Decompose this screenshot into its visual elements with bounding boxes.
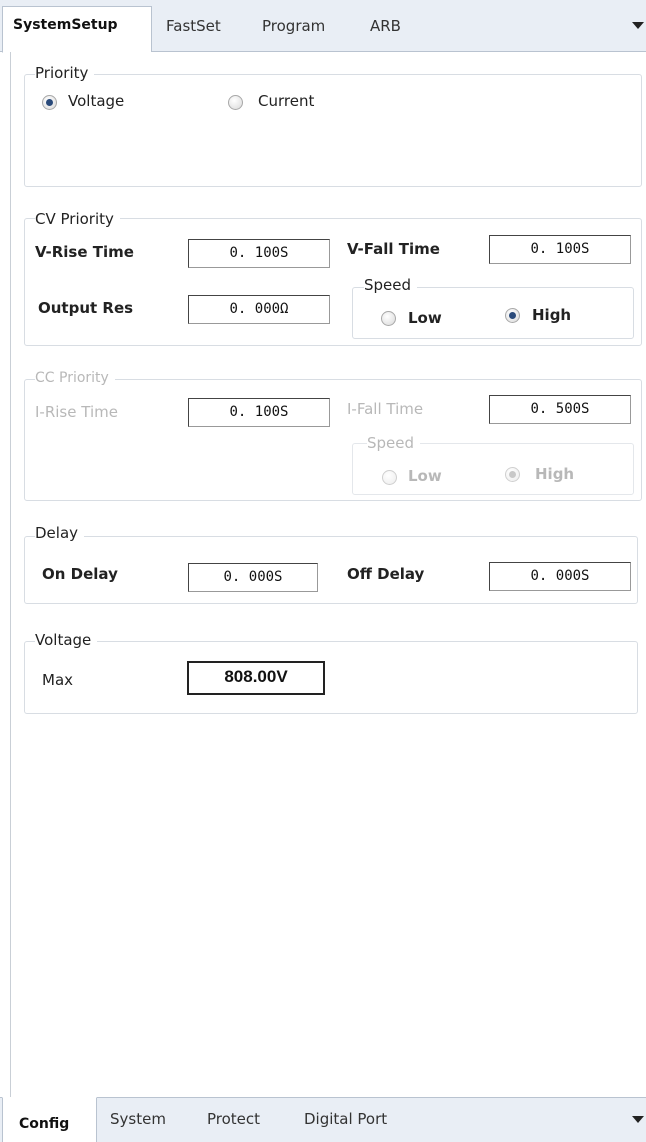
voltage-group (24, 641, 638, 714)
priority-group (24, 74, 642, 187)
priority-current-radio[interactable] (228, 95, 243, 110)
priority-current-label[interactable]: Current (258, 92, 314, 110)
output-res-label: Output Res (38, 299, 134, 317)
v-rise-time-label: V-Rise Time (35, 243, 134, 261)
voltage-max-label: Max (42, 671, 74, 689)
cc-speed-legend: Speed (367, 434, 421, 452)
priority-legend: Priority (35, 64, 95, 82)
cv-priority-legend: CV Priority (35, 210, 120, 228)
i-fall-time-label: I-Fall Time (347, 400, 424, 418)
delay-legend: Delay (35, 524, 85, 542)
cc-priority-legend: CC Priority (35, 370, 115, 386)
top-tab-bar: SystemSetup FastSet Program ARB (0, 0, 646, 53)
voltage-max-field[interactable]: 808.00V (187, 661, 325, 695)
cc-speed-high-radio[interactable] (505, 467, 520, 482)
priority-voltage-label[interactable]: Voltage (68, 92, 124, 110)
off-delay-field[interactable]: 0. 000S (489, 562, 631, 591)
tab-arb[interactable]: ARB (370, 17, 401, 35)
tab-digital-port[interactable]: Digital Port (304, 1110, 387, 1128)
i-rise-time-field[interactable]: 0. 100S (188, 398, 330, 427)
cc-speed-low-radio[interactable] (382, 470, 397, 485)
cv-speed-high-radio[interactable] (505, 308, 520, 323)
tab-protect[interactable]: Protect (207, 1110, 260, 1128)
tab-config[interactable]: Config (2, 1097, 97, 1142)
bottom-tab-bar: Config System Protect Digital Port (0, 1097, 646, 1142)
bottom-tab-overflow-arrow-icon[interactable] (632, 1116, 644, 1123)
cv-speed-legend: Speed (364, 276, 418, 294)
cv-speed-high-label[interactable]: High (532, 306, 571, 324)
tab-system[interactable]: System (110, 1110, 166, 1128)
tab-program[interactable]: Program (262, 17, 325, 35)
voltage-legend: Voltage (35, 631, 98, 649)
tab-system-setup[interactable]: SystemSetup (2, 6, 152, 53)
tab-overflow-arrow-icon[interactable] (632, 22, 644, 29)
cc-speed-high-label[interactable]: High (535, 465, 574, 483)
v-rise-time-field[interactable]: 0. 100S (188, 239, 330, 268)
cv-speed-low-label[interactable]: Low (408, 309, 442, 327)
i-rise-time-label: I-Rise Time (35, 403, 118, 421)
tab-fastset[interactable]: FastSet (166, 17, 221, 35)
priority-voltage-radio[interactable] (42, 95, 57, 110)
on-delay-field[interactable]: 0. 000S (188, 563, 318, 592)
v-fall-time-label: V-Fall Time (347, 240, 440, 258)
i-fall-time-field[interactable]: 0. 500S (489, 395, 631, 424)
cv-speed-low-radio[interactable] (381, 311, 396, 326)
on-delay-label: On Delay (42, 565, 118, 583)
cc-speed-low-label[interactable]: Low (408, 467, 442, 485)
off-delay-label: Off Delay (347, 565, 425, 583)
v-fall-time-field[interactable]: 0. 100S (489, 235, 631, 264)
output-res-field[interactable]: 0. 000Ω (188, 295, 330, 324)
